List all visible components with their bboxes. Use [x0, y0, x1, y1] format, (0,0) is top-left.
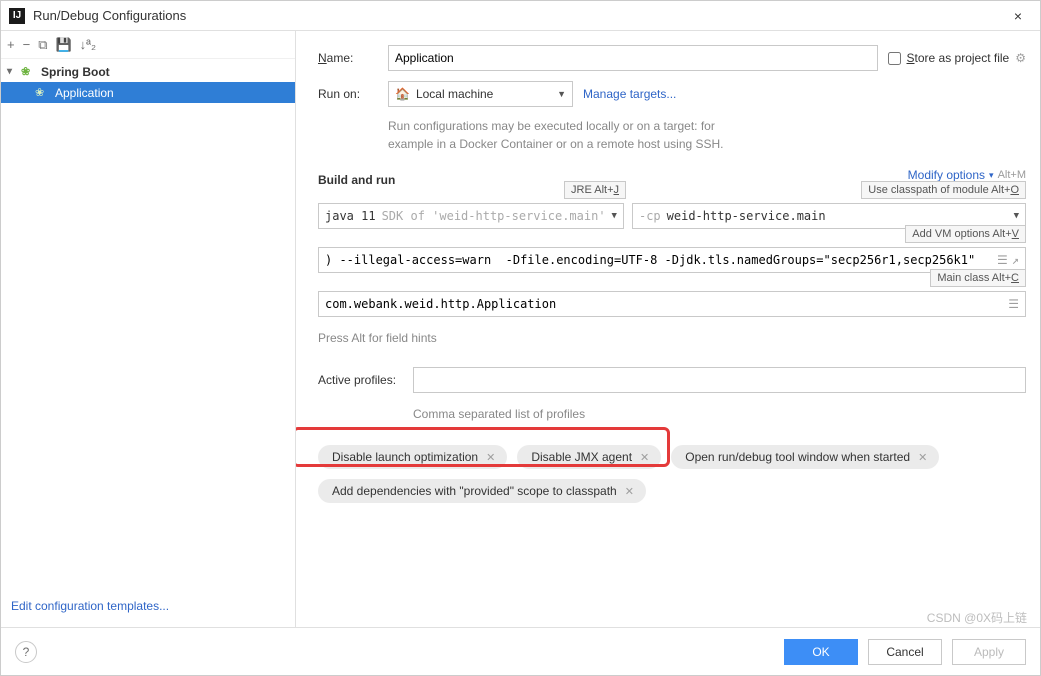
sidebar-toolbar: + − ⧉ 💾 ↓ª₂ — [1, 31, 295, 59]
jre-hint: JRE Alt+J — [564, 181, 626, 199]
profiles-row: Active profiles: — [318, 367, 1026, 393]
config-tree: ▾ ❀ Spring Boot ❀ Application — [1, 59, 295, 589]
addvm-hint: Add VM options Alt+V — [905, 225, 1026, 243]
cp-value: weid-http-service.main — [667, 209, 826, 223]
store-checkbox[interactable] — [888, 52, 901, 65]
edit-templates-link[interactable]: Edit configuration templates... — [11, 599, 169, 613]
home-icon: 🏠 — [395, 87, 410, 101]
tag-disable-jmx[interactable]: Disable JMX agent✕ — [517, 445, 661, 469]
runon-info: Run configurations may be executed local… — [388, 117, 1026, 153]
spring-boot-icon: ❀ — [21, 65, 37, 78]
classpath-hint: Use classpath of module Alt+O — [861, 181, 1026, 199]
tree-root-spring-boot[interactable]: ▾ ❀ Spring Boot — [1, 61, 295, 82]
tag-provided-deps[interactable]: Add dependencies with "provided" scope t… — [318, 479, 646, 503]
browse-icon[interactable]: ☰ — [1008, 297, 1019, 311]
name-label: Name: — [318, 51, 378, 65]
tree-item-application[interactable]: ❀ Application — [1, 82, 295, 103]
dialog-title: Run/Debug Configurations — [33, 8, 1004, 23]
modify-options-link[interactable]: Modify options ▾ Alt+M — [908, 168, 1026, 182]
save-config-icon[interactable]: 💾 — [55, 37, 71, 53]
vm-options-input[interactable] — [325, 253, 997, 267]
runon-row: Run on: 🏠 Local machine ▼ Manage targets… — [318, 81, 1026, 107]
content-panel: Name: Store as project file ⚙ Run on: 🏠 … — [296, 31, 1040, 627]
cp-prefix: -cp — [639, 209, 661, 223]
sidebar: + − ⧉ 💾 ↓ª₂ ▾ ❀ Spring Boot ❀ Applicatio… — [1, 31, 296, 627]
tag-open-tool-window[interactable]: Open run/debug tool window when started✕ — [671, 445, 939, 469]
close-icon[interactable]: ✕ — [640, 451, 649, 464]
profiles-hint: Comma separated list of profiles — [413, 407, 1026, 421]
manage-targets-link[interactable]: Manage targets... — [583, 87, 676, 101]
titlebar: IJ Run/Debug Configurations × — [1, 1, 1040, 31]
profiles-label: Active profiles: — [318, 373, 403, 387]
spring-boot-icon: ❀ — [35, 86, 51, 99]
store-label: Store as project file — [907, 51, 1010, 65]
runon-combo[interactable]: 🏠 Local machine ▼ — [388, 81, 573, 107]
mainclass-hint: Main class Alt+C — [930, 269, 1026, 287]
main-class-row: Main class Alt+C ☰ — [318, 291, 1026, 317]
gear-icon[interactable]: ⚙ — [1015, 51, 1026, 65]
sdk-combo[interactable]: java 11 SDK of 'weid-http-service.main' … — [318, 203, 624, 229]
profiles-field[interactable] — [413, 367, 1026, 393]
history-icon[interactable]: ☰ — [997, 253, 1008, 267]
sort-config-icon[interactable]: ↓ª₂ — [80, 37, 96, 52]
name-input[interactable] — [395, 51, 871, 65]
tree-root-label: Spring Boot — [41, 65, 110, 79]
sdk-detail: SDK of 'weid-http-service.main' — [382, 209, 606, 223]
profiles-input[interactable] — [420, 373, 1019, 387]
add-config-icon[interactable]: + — [7, 37, 15, 52]
store-row: Store as project file ⚙ — [888, 51, 1027, 65]
vm-options-row: Add VM options Alt+V ☰ ↗ — [318, 247, 1026, 273]
name-row: Name: Store as project file ⚙ — [318, 45, 1026, 71]
app-icon: IJ — [9, 8, 25, 24]
runon-value: Local machine — [416, 87, 493, 101]
apply-button[interactable]: Apply — [952, 639, 1026, 665]
build-title: Build and run — [318, 173, 395, 187]
options-tags: Disable launch optimization✕ Disable JMX… — [318, 445, 1026, 503]
tag-disable-launch-opt[interactable]: Disable launch optimization✕ — [318, 445, 507, 469]
footer: ? OK Cancel Apply — [1, 627, 1040, 675]
chevron-down-icon: ▾ — [989, 170, 994, 181]
expand-icon[interactable]: ↗ — [1012, 253, 1019, 267]
ok-button[interactable]: OK — [784, 639, 858, 665]
cancel-button[interactable]: Cancel — [868, 639, 942, 665]
copy-config-icon[interactable]: ⧉ — [38, 37, 47, 53]
chevron-down-icon: ▼ — [612, 211, 617, 221]
main-class-input[interactable] — [325, 297, 1008, 311]
sdk-name: java 11 — [325, 209, 376, 223]
name-field[interactable] — [388, 45, 878, 71]
tree-item-label: Application — [55, 86, 114, 100]
close-icon[interactable]: ✕ — [918, 451, 927, 464]
tree-expand-icon[interactable]: ▾ — [7, 66, 17, 77]
remove-config-icon[interactable]: − — [23, 37, 31, 52]
help-icon[interactable]: ? — [15, 641, 37, 663]
main-area: + − ⧉ 💾 ↓ª₂ ▾ ❀ Spring Boot ❀ Applicatio… — [1, 31, 1040, 627]
main-class-field[interactable]: ☰ — [318, 291, 1026, 317]
field-hints: Press Alt for field hints — [318, 331, 1026, 345]
close-icon[interactable]: ✕ — [486, 451, 495, 464]
close-icon[interactable]: × — [1004, 8, 1032, 24]
chevron-down-icon: ▼ — [557, 89, 566, 99]
sidebar-footer: Edit configuration templates... — [1, 589, 295, 627]
close-icon[interactable]: ✕ — [625, 485, 634, 498]
chevron-down-icon: ▼ — [1014, 211, 1019, 221]
vm-options-field[interactable]: ☰ ↗ — [318, 247, 1026, 273]
runon-label: Run on: — [318, 87, 378, 101]
